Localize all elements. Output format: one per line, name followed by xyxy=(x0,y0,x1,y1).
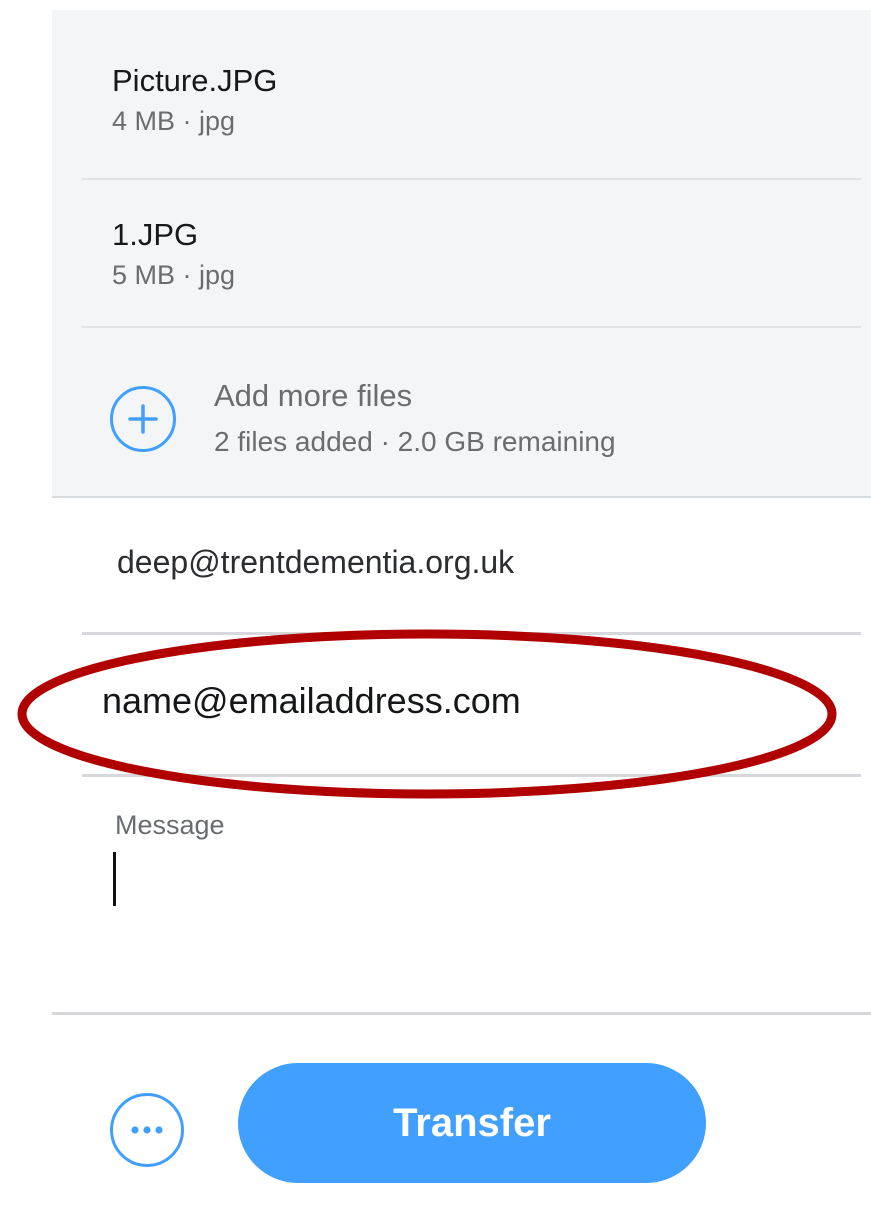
message-label: Message xyxy=(115,810,225,840)
divider xyxy=(82,326,861,328)
recipient-email-field[interactable]: name@emailaddress.com xyxy=(102,676,521,726)
ellipsis-circle-icon xyxy=(113,1126,181,1168)
file-meta: 5 MB · jpg xyxy=(112,260,236,290)
recipient-field-underline xyxy=(82,774,861,777)
file-meta: 4 MB · jpg xyxy=(112,106,236,136)
files-added-status: 2 files added · 2.0 GB remaining xyxy=(214,426,616,457)
transfer-dialog: Picture.JPG 4 MB · jpg 1.JPG 5 MB · jpg … xyxy=(0,0,871,1220)
more-options-button[interactable] xyxy=(110,1093,184,1167)
form-bottom-divider xyxy=(52,1012,871,1015)
add-more-files-button[interactable]: Add more files 2 files added · 2.0 GB re… xyxy=(110,376,870,476)
transfer-button[interactable]: Transfer xyxy=(238,1063,706,1183)
file-list-panel: Picture.JPG 4 MB · jpg 1.JPG 5 MB · jpg … xyxy=(52,10,871,498)
file-name: Picture.JPG xyxy=(112,63,278,98)
text-caret xyxy=(113,852,116,906)
file-item[interactable]: Picture.JPG 4 MB · jpg xyxy=(112,62,860,138)
add-more-files-label: Add more files xyxy=(214,378,413,413)
file-item[interactable]: 1.JPG 5 MB · jpg xyxy=(112,216,860,292)
plus-circle-icon xyxy=(110,386,176,452)
file-name: 1.JPG xyxy=(112,217,199,252)
sender-field-underline xyxy=(82,632,861,635)
sender-email-field[interactable]: deep@trentdementia.org.uk xyxy=(117,540,514,584)
message-textarea[interactable] xyxy=(100,848,840,998)
divider xyxy=(82,178,861,180)
